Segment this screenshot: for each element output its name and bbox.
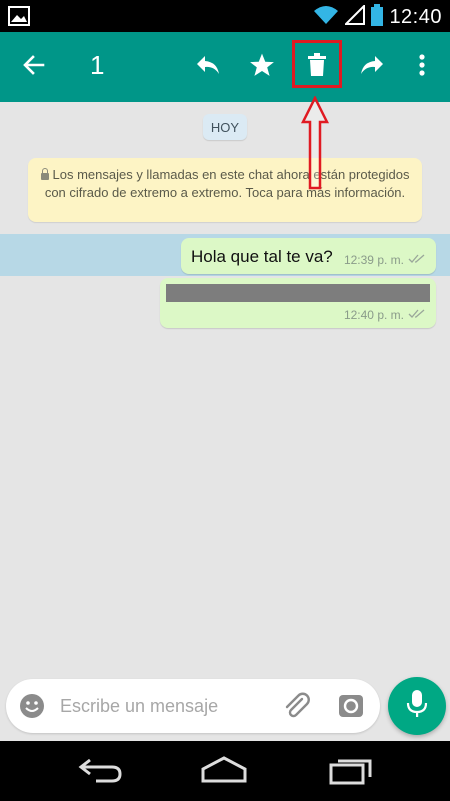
camera-icon[interactable] — [338, 693, 364, 724]
date-divider: HOY — [203, 114, 247, 140]
forward-button[interactable] — [350, 32, 394, 102]
delete-highlight-box — [292, 40, 342, 88]
reply-icon — [195, 54, 221, 81]
message-meta: 12:39 p. m. — [344, 253, 426, 267]
message-text: Hola que tal te va? — [191, 247, 333, 266]
star-button[interactable] — [240, 32, 284, 102]
recents-nav-icon[interactable] — [328, 755, 374, 790]
back-arrow-icon — [22, 53, 46, 82]
status-bar: 12:40 — [0, 0, 450, 32]
chat-area: HOY Los mensajes y llamadas en este chat… — [0, 102, 450, 672]
redacted-message-text — [166, 284, 430, 302]
message-time: 12:40 p. m. — [343, 308, 404, 322]
more-vert-icon — [418, 53, 426, 82]
image-icon — [8, 6, 30, 31]
encryption-notice[interactable]: Los mensajes y llamadas en este chat aho… — [28, 158, 422, 222]
back-nav-icon[interactable] — [78, 755, 124, 790]
home-nav-icon[interactable] — [200, 755, 248, 790]
status-icons: 12:40 — [313, 3, 442, 31]
emoji-icon[interactable] — [18, 692, 46, 725]
back-button[interactable] — [10, 32, 58, 102]
message-bubble[interactable]: 12:40 p. m. — [160, 278, 436, 328]
forward-icon — [359, 54, 385, 81]
message-time: 12:39 p. m. — [343, 253, 404, 267]
message-bubble[interactable]: Hola que tal te va? 12:39 p. m. — [181, 238, 436, 274]
reply-button[interactable] — [186, 32, 230, 102]
lock-icon — [40, 168, 49, 180]
voice-message-button[interactable] — [388, 677, 446, 735]
annotation-arrow-icon — [300, 96, 330, 190]
double-check-icon — [408, 253, 426, 267]
mic-icon — [406, 689, 428, 724]
encryption-notice-text: Los mensajes y llamadas en este chat aho… — [44, 167, 410, 200]
attach-icon[interactable] — [282, 691, 312, 726]
double-check-icon — [408, 308, 426, 322]
selected-count: 1 — [90, 50, 105, 80]
more-options-button[interactable] — [404, 32, 440, 102]
message-composer — [6, 679, 380, 733]
selection-app-bar: 1 — [0, 32, 450, 102]
signal-icon — [344, 3, 366, 30]
message-input[interactable] — [58, 689, 282, 723]
message-meta: 12:40 p. m. — [344, 308, 426, 322]
battery-icon — [371, 4, 384, 31]
wifi-icon — [313, 5, 339, 30]
star-icon — [249, 52, 275, 83]
system-nav-bar — [0, 741, 450, 801]
status-time: 12:40 — [389, 6, 442, 28]
